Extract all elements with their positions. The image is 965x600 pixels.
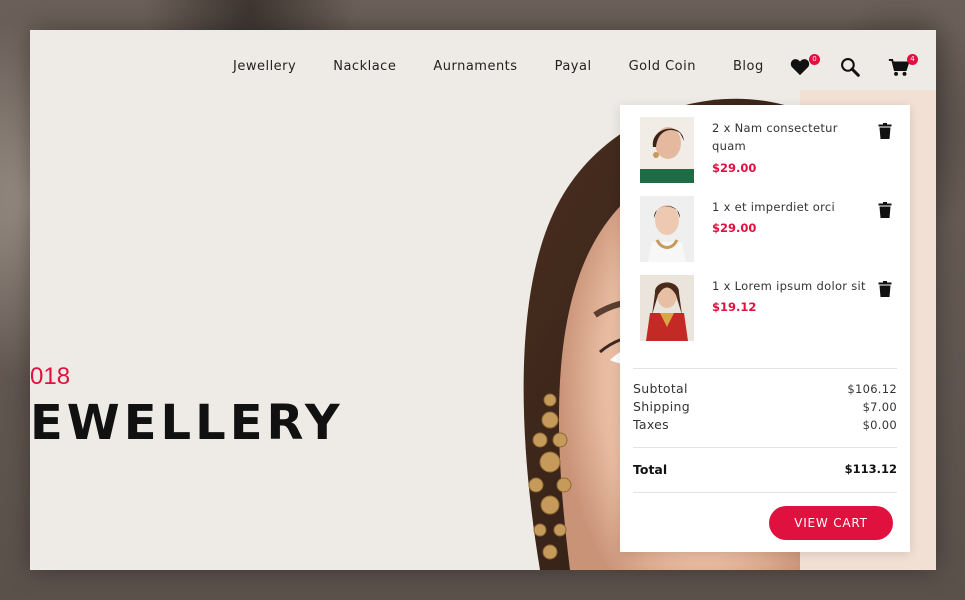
heart-icon [790,59,810,76]
subtotal-row: Subtotal $106.12 [633,380,897,398]
hero-title: EWELLERY [30,395,344,451]
nav-link-payal[interactable]: Payal [555,59,592,74]
cart-item-name[interactable]: 1 x Lorem ipsum dolor sit [712,277,872,295]
site-frame: Jewellery Nacklace Aurnaments Payal Gold… [30,30,936,570]
wishlist-button[interactable]: 0 [790,54,820,82]
wishlist-count-badge: 0 [809,54,820,65]
cart-item-name[interactable]: 1 x et imperdiet orci [712,198,872,216]
subtotal-label: Subtotal [633,381,688,396]
cart-item-price: $29.00 [712,161,757,175]
cart-divider [633,492,897,493]
trash-icon[interactable] [878,123,892,139]
cart-item: 1 x et imperdiet orci $29.00 [633,184,897,263]
shipping-label: Shipping [633,399,690,414]
cart-button[interactable]: 4 [888,54,918,82]
shipping-row: Shipping $7.00 [633,398,897,416]
subtotal-value: $106.12 [847,382,897,396]
search-button[interactable] [840,57,864,81]
cart-item-price: $29.00 [712,221,757,235]
cart-item-name[interactable]: 2 x Nam consectetur quam [712,119,872,155]
taxes-row: Taxes $0.00 [633,416,897,434]
cart-summary: Subtotal $106.12 Shipping $7.00 Taxes $0… [633,369,897,434]
taxes-value: $0.00 [862,418,897,432]
nav-link-gold-coin[interactable]: Gold Coin [629,59,696,74]
trash-icon[interactable] [878,202,892,218]
shipping-value: $7.00 [862,400,897,414]
view-cart-button[interactable]: VIEW CART [769,506,893,540]
cart-count-badge: 4 [907,54,918,65]
taxes-label: Taxes [633,417,669,432]
main-nav: Jewellery Nacklace Aurnaments Payal Gold… [30,30,936,105]
search-icon [841,58,860,77]
product-thumbnail[interactable] [640,196,694,262]
cart-item: 2 x Nam consectetur quam $29.00 [633,105,897,184]
nav-link-nacklace[interactable]: Nacklace [333,59,396,74]
nav-link-blog[interactable]: Blog [733,59,764,74]
total-label: Total [633,462,668,477]
mini-cart-dropdown: 2 x Nam consectetur quam $29.00 1 x et i… [620,105,910,552]
nav-link-jewellery[interactable]: Jewellery [233,59,296,74]
hero-year: 018 [30,363,71,390]
nav-link-aurnaments[interactable]: Aurnaments [433,59,517,74]
cart-item: 1 x Lorem ipsum dolor sit $19.12 [633,263,897,342]
cart-item-price: $19.12 [712,300,757,314]
trash-icon[interactable] [878,281,892,297]
nav-links: Jewellery Nacklace Aurnaments Payal Gold… [233,59,801,74]
total-value: $113.12 [844,462,897,476]
total-row: Total $113.12 [633,448,897,492]
product-thumbnail[interactable] [640,117,694,183]
product-thumbnail[interactable] [640,275,694,341]
